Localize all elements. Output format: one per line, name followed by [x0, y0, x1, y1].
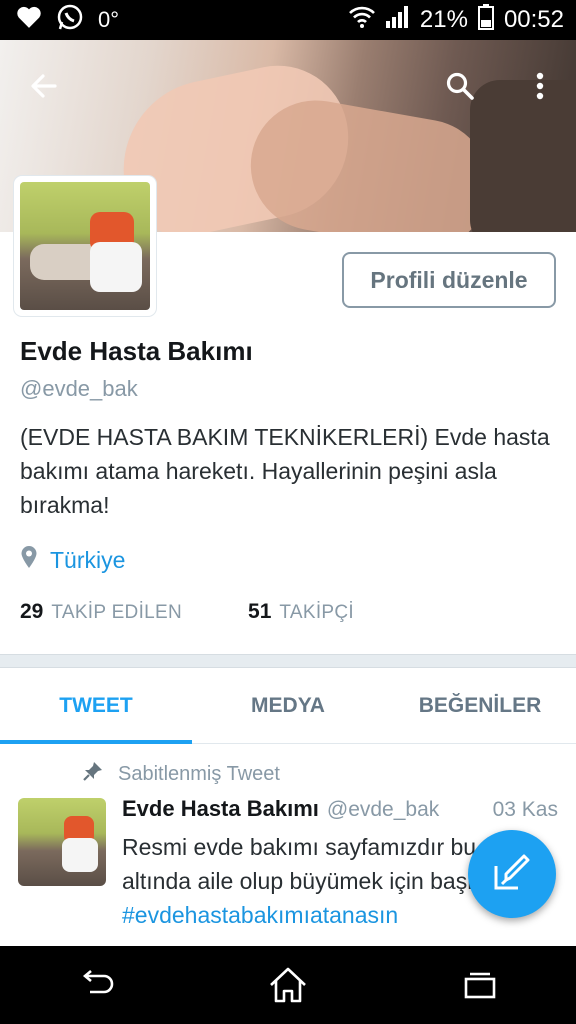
profile-name: Evde Hasta Bakımı	[20, 336, 253, 366]
tweet-avatar[interactable]	[18, 798, 106, 886]
tweet-author-handle[interactable]: @evde_bak	[327, 798, 439, 822]
location-text[interactable]: Türkiye	[50, 547, 125, 574]
location-pin-icon	[20, 545, 38, 575]
recents-nav-icon[interactable]	[450, 960, 510, 1010]
clock: 00:52	[503, 6, 564, 33]
section-divider	[0, 654, 576, 668]
tweet-date: 03 Kas	[492, 798, 558, 821]
following-stat[interactable]: 29 TAKİP EDİLEN	[20, 600, 182, 624]
cell-signal-icon	[385, 6, 410, 34]
following-count: 29	[20, 600, 44, 623]
profile-tabs: TWEET MEDYA BEĞENİLER	[0, 668, 576, 744]
followers-label: TAKİPÇİ	[279, 602, 354, 623]
profile-stats: 29 TAKİP EDİLEN 51 TAKİPÇİ	[20, 600, 354, 624]
wifi-icon	[348, 5, 376, 35]
battery-percent: 21%	[419, 6, 468, 33]
pinned-indicator: Sabitlenmiş Tweet	[82, 760, 280, 788]
more-vert-icon[interactable]	[520, 66, 560, 106]
following-label: TAKİP EDİLEN	[51, 602, 183, 623]
profile-bio: (EVDE HASTA BAKIM TEKNİKERLERİ) Evde has…	[20, 424, 550, 518]
tweet-header: Evde Hasta Bakımı @evde_bak 03 Kas	[122, 796, 558, 822]
compose-icon	[492, 852, 532, 897]
edit-profile-button[interactable]: Profili düzenle	[342, 252, 556, 308]
compose-tweet-button[interactable]	[468, 830, 556, 918]
heart-icon	[16, 5, 42, 35]
profile-location: Türkiye	[20, 545, 125, 575]
pinned-label: Sabitlenmiş Tweet	[118, 762, 280, 785]
status-bar: 0° 21% 00:52	[0, 0, 576, 40]
back-nav-icon[interactable]	[66, 960, 126, 1010]
battery-icon	[477, 4, 494, 36]
signal-text: 0°	[98, 7, 120, 32]
search-icon[interactable]	[440, 66, 480, 106]
tab-media[interactable]: MEDYA	[192, 668, 384, 743]
followers-stat[interactable]: 51 TAKİPÇİ	[248, 600, 354, 624]
profile-avatar[interactable]	[14, 176, 156, 316]
system-nav-bar	[0, 946, 576, 1024]
tab-tweet[interactable]: TWEET	[0, 668, 192, 744]
arrow-left-icon[interactable]	[24, 66, 64, 106]
tab-likes[interactable]: BEĞENİLER	[384, 668, 576, 743]
profile-handle: @evde_bak	[20, 376, 138, 401]
whatsapp-icon	[56, 3, 84, 37]
pin-icon	[82, 760, 104, 788]
home-nav-icon[interactable]	[258, 960, 318, 1010]
tweet-author-name[interactable]: Evde Hasta Bakımı	[122, 796, 319, 822]
tweet-hashtag[interactable]: #evdehastabakımıatanasın	[122, 902, 398, 928]
followers-count: 51	[248, 600, 272, 623]
